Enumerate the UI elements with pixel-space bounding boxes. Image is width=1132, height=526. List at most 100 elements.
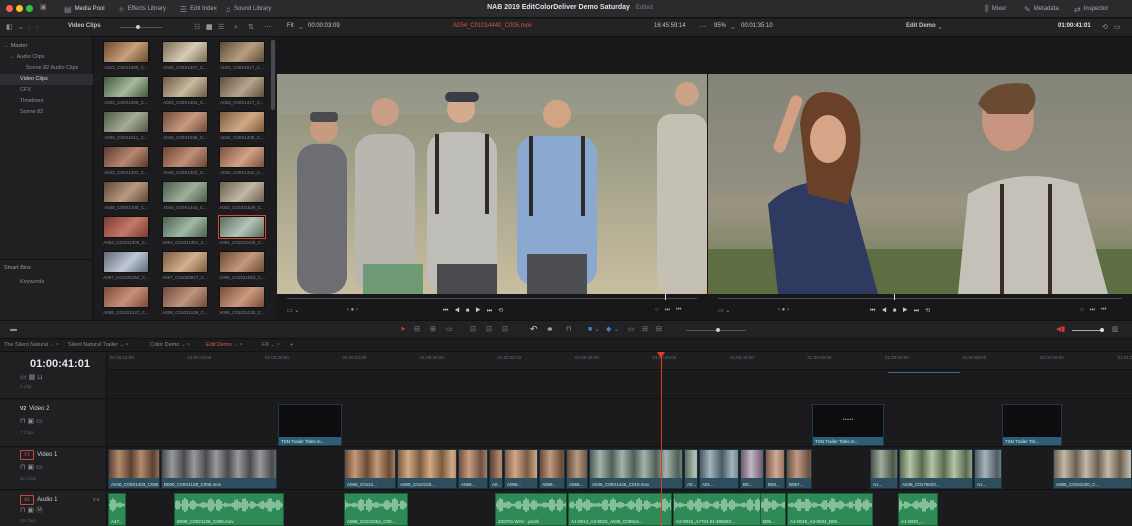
timeline-ruler[interactable]: 01:00:12:00 01:00:16:00 01:00:20:00 01:00:2… xyxy=(108,352,1132,370)
clip-thumbnail[interactable]: A057_C01020817_C... xyxy=(159,251,211,281)
sidebar-master-bin[interactable]: ⌄ Master xyxy=(0,41,93,52)
panel-toggle-icon[interactable]: ▣ xyxy=(40,4,47,11)
timeline-jog-control[interactable]: ‹ ● › xyxy=(778,307,789,313)
link-icon[interactable]: ⚭ xyxy=(546,325,554,334)
back-arrow-icon[interactable]: ‹ xyxy=(28,24,30,31)
audio-clip[interactable]: A1-0014_A3-0023_A046_C00914... xyxy=(568,493,672,526)
video-clip[interactable]: A046_C00X1446_C010.mov xyxy=(589,449,683,489)
source-scrubber-playhead[interactable] xyxy=(665,294,666,300)
list-view-icon[interactable]: ☷ xyxy=(194,24,200,31)
clip-thumbnail[interactable]: A040_C00X1444_C... xyxy=(159,181,211,211)
filter-icon[interactable]: ⇅ xyxy=(248,24,254,31)
track-header-video-1[interactable]: V1 Video 1 ⊓ ▣ ▭ 32 Clips xyxy=(0,448,107,490)
audio-clip[interactable]: A1-0020_... xyxy=(898,493,938,526)
thumb-size-slider-knob[interactable] xyxy=(136,25,140,29)
zoom-detail-icon[interactable]: ⊟ xyxy=(642,326,648,333)
clip-thumbnail[interactable]: A040_C00X1403_C... xyxy=(159,146,211,176)
tab-metadata[interactable]: ✎ Metadata xyxy=(1024,4,1059,14)
clip-thumbnail[interactable]: A053_C01011539_C... xyxy=(216,181,268,211)
clip-thumbnail[interactable]: A022_C00X1517_C... xyxy=(216,41,268,71)
clip-thumbnail[interactable]: A023_C00X1417_C... xyxy=(216,76,268,106)
clip-thumbnail[interactable]: A042_C00X1435_C... xyxy=(216,111,268,141)
sidebar-smart-bins[interactable]: Smart Bins xyxy=(0,263,93,274)
overwrite-clip-icon[interactable]: ⊡ xyxy=(486,326,492,333)
speaker-icon[interactable]: ◀▮ xyxy=(1056,326,1065,333)
volume-slider-knob[interactable] xyxy=(1100,328,1104,332)
clip-thumbnail[interactable]: A023_C00X1005_C... xyxy=(100,76,152,106)
sidebar-item-cfx[interactable]: CFX xyxy=(0,85,93,96)
sidebar-item-video-clips[interactable]: Video Clips xyxy=(0,74,93,85)
track-header-audio-1[interactable]: A1 Audio 1 2.0 ⊓ ▣ Ⓜ 19 Clips xyxy=(0,491,107,526)
replace-clip-icon[interactable]: ⊡ xyxy=(502,326,508,333)
source-transport-controls[interactable]: ⏮◀■▶⏭⟲ xyxy=(443,307,509,315)
tab-media-pool[interactable]: ▤ Media Pool xyxy=(64,4,105,14)
sidebar-item-audio-clips[interactable]: ⌄ Audio Clips xyxy=(0,52,93,63)
selection-tool-icon[interactable]: ➤ xyxy=(400,326,406,333)
source-fit-dropdown[interactable]: Fit xyxy=(287,23,294,29)
source-clip-name[interactable]: A054_C01014440_C005.mov xyxy=(453,23,532,29)
sidebar-item-scene-82-audio-clips[interactable]: Scene 82 Audio Clips xyxy=(0,63,93,74)
timeline-tab[interactable]: The Silent Natural ⌄ × xyxy=(4,342,59,348)
snapping-icon[interactable]: ↶ xyxy=(530,325,538,334)
clip-thumbnail[interactable]: A057_C01020152_C... xyxy=(100,251,152,281)
clip-thumbnail[interactable]: A054_C01011351_C... xyxy=(159,216,211,246)
timeline-scrubber-playhead[interactable] xyxy=(894,294,895,300)
audio-clip[interactable]: A2-0015_A7704.01:495583... xyxy=(673,493,767,526)
sidebar-item-scene-82[interactable]: Scene 82 xyxy=(0,107,93,118)
track-badge-v1[interactable]: V1 xyxy=(20,450,35,460)
clip-thumbnail[interactable]: A054_C01014440_C... xyxy=(216,215,268,246)
close-tab-icon[interactable]: ⌄ × xyxy=(48,342,59,348)
clip-thumbnail[interactable]: A058_C01021137_C... xyxy=(100,286,152,316)
video-clip[interactable]: A058... xyxy=(458,449,488,489)
clip-thumbnail[interactable]: A040_C00X1400_C... xyxy=(100,181,152,211)
track-controls-icon[interactable]: ⊓ ▣ Ⓜ xyxy=(20,507,43,514)
sidebar-item-keywords[interactable]: Keywords xyxy=(0,277,93,288)
insert-clip-icon[interactable]: ⊡ xyxy=(470,326,476,333)
sort-icon[interactable]: ☰ xyxy=(218,24,224,31)
video-clip[interactable]: A040_C00X1403_C006.mov xyxy=(108,449,160,489)
clip-thumbnail[interactable]: A012_C00X1009_C... xyxy=(100,41,152,71)
media-pool-scrollbar[interactable] xyxy=(271,40,275,110)
source-viewer[interactable]: ▭ ⌄ ‹ ● › ⏮◀■▶⏭⟲ ○⏭⏮ xyxy=(277,37,707,320)
clip-thumbnail[interactable]: A040_C00X1401_C... xyxy=(100,146,152,176)
timeline-viewer[interactable]: ▭ ⌄ ‹ ● › ⏮◀■▶⏭⟲ ○⏭⏮ xyxy=(708,37,1132,320)
zoom-custom-icon[interactable]: ⊟ xyxy=(656,326,662,333)
close-window-button[interactable] xyxy=(6,5,13,12)
timeline-tab[interactable]: Edit Demo ⌄ × xyxy=(206,342,243,348)
match-frame-icon[interactable]: ⟲ xyxy=(1102,24,1108,31)
video-clip[interactable]: A1... xyxy=(870,449,898,489)
timeline-video-frame[interactable] xyxy=(708,74,1132,294)
title-clip[interactable]: •••••• TSN Trailer Titles.m... xyxy=(812,404,884,446)
video-clip[interactable]: A085_C0161020_C... xyxy=(1053,449,1132,489)
close-tab-icon[interactable]: ⌄ × xyxy=(118,342,128,348)
marker-icon[interactable]: ◆ ⌄ xyxy=(606,326,619,333)
clip-thumbnail[interactable]: A058_C01021054_C... xyxy=(216,251,268,281)
chevron-down-icon[interactable]: ⌄ xyxy=(18,24,24,31)
video-clip[interactable]: A058... xyxy=(566,449,588,489)
video-clip[interactable]: A1... xyxy=(974,449,1002,489)
video-clip[interactable]: A059_C012120... xyxy=(397,449,457,489)
tab-edit-index[interactable]: ☰ Edit Index xyxy=(180,4,217,14)
clip-thumbnail[interactable]: A058_C01021139_C... xyxy=(159,286,211,316)
zoom-window-button[interactable] xyxy=(26,5,33,12)
video-clip[interactable]: A01... xyxy=(699,449,739,489)
zoom-full-icon[interactable]: ▭ xyxy=(628,326,635,333)
clip-thumbnail[interactable]: A058_C01021132_C... xyxy=(216,286,268,316)
video-clip[interactable]: A048_C0170620... xyxy=(899,449,973,489)
clip-thumbnail[interactable]: A026_C00X1036_C... xyxy=(159,111,211,141)
source-video-frame[interactable] xyxy=(277,74,707,294)
video-clip[interactable]: A058... xyxy=(504,449,538,489)
grid-view-icon[interactable]: ▦ xyxy=(206,24,213,31)
clip-thumbnail[interactable]: A026_C00X1011_C... xyxy=(100,111,152,141)
source-scrubber[interactable] xyxy=(287,298,697,299)
blade-tool-icon[interactable]: ▭ xyxy=(446,326,453,333)
audio-clip[interactable]: A47... xyxy=(108,493,126,526)
video-clip[interactable]: A058_C0121... xyxy=(344,449,396,489)
track-controls-icon[interactable]: ⊓ ▣ ▭ xyxy=(20,464,43,471)
track-header-video-2[interactable]: V2 Video 2 ⊓ ▣ ▭ 7 Clips xyxy=(0,400,107,447)
track-controls-icon[interactable]: ⊓ ▣ ▭ xyxy=(20,418,43,425)
tab-sound-library[interactable]: ♫ Sound Library xyxy=(225,4,271,14)
close-tab-icon[interactable]: ⌄ × xyxy=(232,342,242,348)
timeline-tools-icon[interactable]: ▭ ▦ ⊔ xyxy=(20,374,43,381)
add-timeline-tab-icon[interactable]: + xyxy=(290,342,293,348)
